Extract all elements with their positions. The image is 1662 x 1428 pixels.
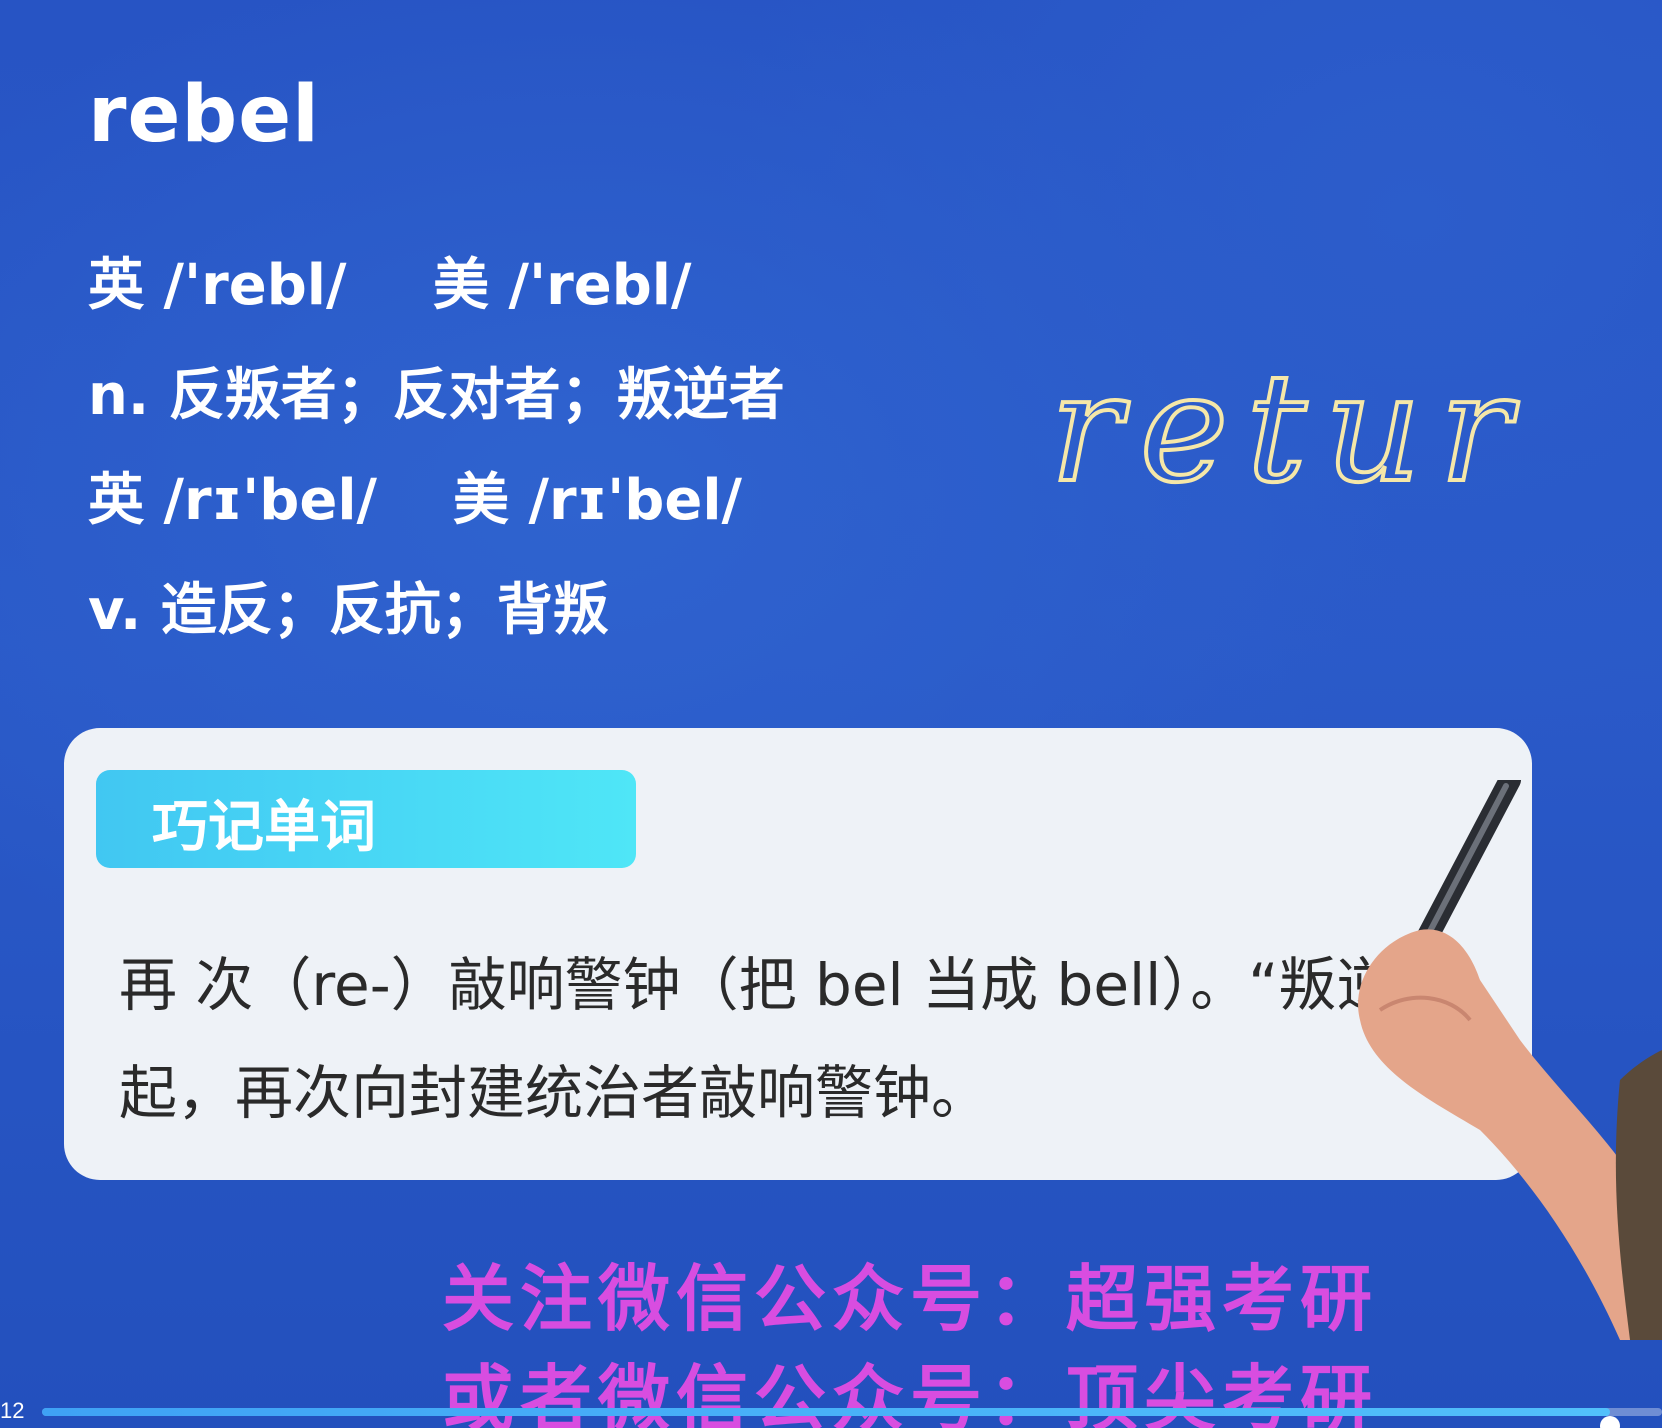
memory-tip-tag: 巧记单词 [96, 770, 636, 868]
handwritten-annotation: return [1050, 340, 1530, 518]
player-controls: 12 [0, 1394, 1662, 1428]
headword: rebel [88, 70, 320, 160]
current-time: 12 [0, 1398, 25, 1423]
pronunciation-noun: 英 /'rebl/ 美 /'rebl/ [88, 240, 691, 321]
video-frame[interactable]: rebel 英 /'rebl/ 美 /'rebl/ n. 反叛者；反对者；叛逆者… [0, 0, 1662, 1428]
definition-noun: n. 反叛者；反对者；叛逆者 [88, 363, 785, 428]
watermark-line-1: 关注微信公众号：超强考研 [442, 1256, 1379, 1341]
memory-tip-line-1: 再 次（re-）敲响警钟（把 bel 当成 bell）。“叛逆 [119, 951, 1395, 1019]
pronunciation-us: 美 /'rebl/ [433, 253, 692, 318]
pronunciation-uk: 英 /rɪ'bel/ [88, 468, 377, 533]
pronunciation-uk: 英 /'rebl/ [88, 253, 347, 318]
progress-bar[interactable] [42, 1408, 1662, 1428]
progress-fill [42, 1408, 1611, 1416]
pronunciation-us: 美 /rɪ'bel/ [453, 468, 742, 533]
pronunciation-verb: 英 /rɪ'bel/ 美 /rɪ'bel/ [88, 455, 742, 536]
handwritten-word: return [1050, 342, 1530, 516]
progress-handle[interactable] [1600, 1416, 1621, 1428]
memory-tip-label: 巧记单词 [152, 795, 376, 860]
memory-tip-line-2: 起，再次向封建统治者敲响警钟。 [119, 1059, 990, 1127]
memory-tip-card: 巧记单词 再 次（re-）敲响警钟（把 bel 当成 bell）。“叛逆 起，再… [64, 728, 1532, 1180]
definition-verb: v. 造反；反抗；背叛 [88, 578, 609, 643]
